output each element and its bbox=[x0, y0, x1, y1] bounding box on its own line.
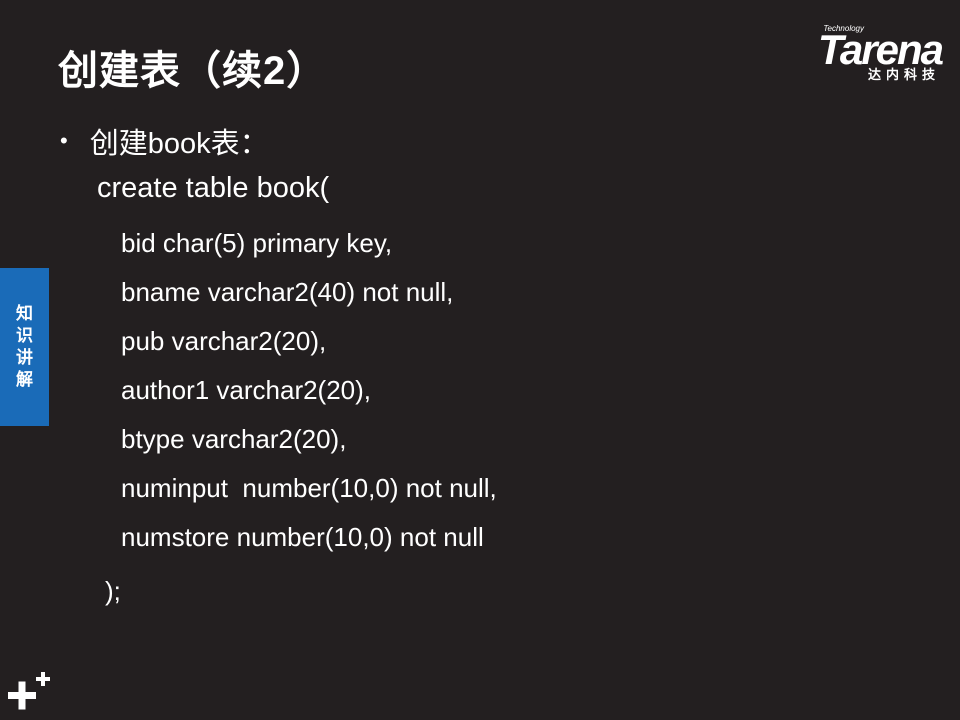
logo-subtitle: 达内科技 bbox=[867, 67, 940, 82]
code-line: author1 varchar2(20), bbox=[121, 375, 372, 405]
code-line: numstore number(10,0) not null bbox=[121, 522, 484, 552]
tarena-logo: Technology Tarena 达内科技 bbox=[772, 22, 944, 84]
knowledge-tab: 知 识 讲 解 bbox=[0, 268, 49, 426]
code-line: btype varchar2(20), bbox=[121, 424, 347, 454]
bullet-dot-icon: • bbox=[60, 128, 68, 153]
plus-icon bbox=[8, 672, 50, 710]
code-line: pub varchar2(20), bbox=[121, 326, 327, 356]
code-line: create table book( bbox=[97, 172, 330, 204]
side-tab-char: 讲 bbox=[16, 348, 33, 367]
side-tab-char: 知 bbox=[16, 304, 33, 323]
side-tab-char: 解 bbox=[16, 370, 33, 389]
slide-title: 创建表（续2） bbox=[58, 49, 328, 93]
bullet-item: • 创建book表： bbox=[60, 120, 269, 162]
code-line: ); bbox=[105, 576, 121, 606]
code-line: numinput number(10,0) not null, bbox=[121, 473, 497, 503]
side-tab-char: 识 bbox=[16, 326, 33, 345]
code-line: bname varchar2(40) not null, bbox=[121, 277, 454, 307]
code-line: bid char(5) primary key, bbox=[121, 228, 393, 258]
bullet-text: 创建book表： bbox=[89, 128, 269, 160]
